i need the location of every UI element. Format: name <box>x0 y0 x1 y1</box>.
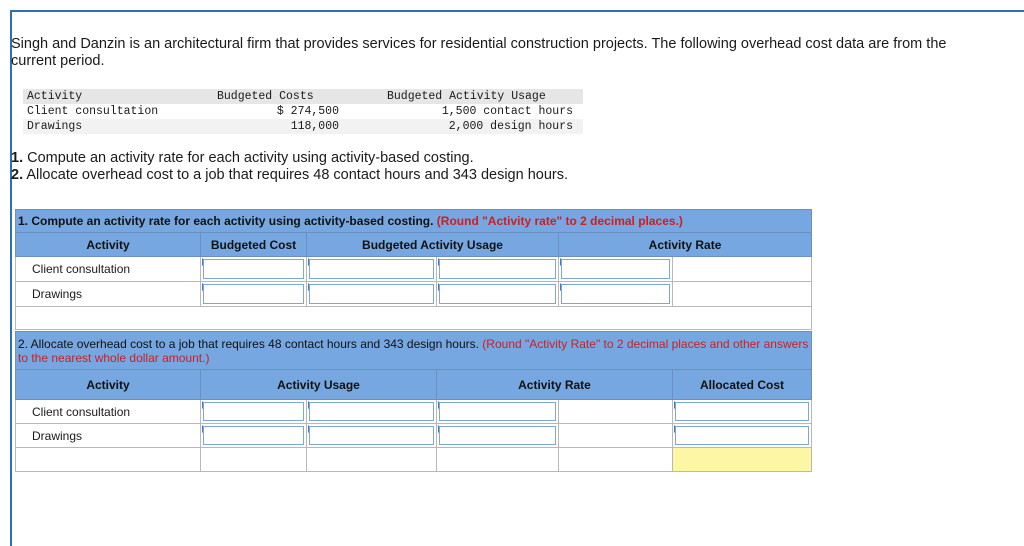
given-cell-activity: Drawings <box>23 119 211 134</box>
part2-instruction: 2. Allocate overhead cost to a job that … <box>15 331 812 370</box>
part2-unit-select-consultation[interactable] <box>306 399 437 424</box>
part2-allocated-input-drawings[interactable] <box>672 423 812 448</box>
part1-unit-select-drawings[interactable] <box>436 281 559 307</box>
part1-header-rate: Activity Rate <box>557 232 813 257</box>
part1-spacer-row <box>14 306 813 330</box>
part1-activity-label: Client consultation <box>15 256 201 282</box>
given-header-costs: Budgeted Costs <box>211 89 377 104</box>
part2-total-label-cell <box>15 447 201 472</box>
part1-rate-input-consultation[interactable] <box>558 256 673 282</box>
part2-header-rate: Activity Rate <box>436 369 673 400</box>
part2-table: 2. Allocate overhead cost to a job that … <box>15 331 812 472</box>
part1-cost-input-drawings[interactable] <box>200 281 307 307</box>
given-cell-activity: Client consultation <box>27 105 159 118</box>
table-row: Drawings <box>15 423 812 448</box>
part2-usage-input-consultation[interactable] <box>200 399 307 424</box>
part2-allocated-input-consultation[interactable] <box>672 399 812 424</box>
part1-empty-cell <box>671 256 813 282</box>
part1-rate-input-drawings[interactable] <box>558 281 673 307</box>
given-row: Client consultation $ 274,500 1,500 cont… <box>23 104 583 119</box>
part1-table: 1. Compute an activity rate for each act… <box>14 209 813 330</box>
table-row <box>15 447 812 472</box>
part2-empty-cell <box>558 399 673 424</box>
given-header-activity: Activity <box>23 89 211 104</box>
part2-rate-input-consultation[interactable] <box>436 399 559 424</box>
given-cell-usage: 1,500 contact hours <box>441 105 573 118</box>
requirement-item: 1. Compute an activity rate for each act… <box>11 150 474 166</box>
part2-usage-input-drawings[interactable] <box>200 423 307 448</box>
given-row: Drawings 118,000 2,000 design hours <box>23 119 583 134</box>
part1-header-budgeted-cost: Budgeted Cost <box>200 232 307 257</box>
part2-header-allocated: Allocated Cost <box>672 369 812 400</box>
table-row: Client consultation <box>15 256 813 282</box>
part2-header-usage: Activity Usage <box>200 369 437 400</box>
part1-cost-input-consultation[interactable] <box>200 256 307 282</box>
part2-empty-cell <box>558 423 673 448</box>
table-row: Client consultation <box>15 399 812 424</box>
part2-empty-cell <box>306 447 437 472</box>
part2-empty-cell <box>558 447 673 472</box>
part2-unit-select-drawings[interactable] <box>306 423 437 448</box>
part1-empty-cell <box>671 281 813 307</box>
part2-empty-cell <box>200 447 307 472</box>
table-row: Drawings <box>15 281 813 307</box>
part2-empty-cell <box>436 447 559 472</box>
part2-rate-input-drawings[interactable] <box>436 423 559 448</box>
part2-header-activity: Activity <box>15 369 201 400</box>
requirement-item: 2. Allocate overhead cost to a job that … <box>11 167 569 183</box>
part1-unit-select-consultation[interactable] <box>436 256 559 282</box>
part2-total-allocated-cost <box>672 447 812 472</box>
part1-header-usage: Budgeted Activity Usage <box>306 232 559 257</box>
part1-usage-input-drawings[interactable] <box>306 281 437 307</box>
given-data-table: Activity Budgeted Costs Budgeted Activit… <box>23 89 583 134</box>
part1-instruction: 1. Compute an activity rate for each act… <box>14 209 813 233</box>
given-cell-cost: 118,000 <box>211 119 377 134</box>
part2-activity-label: Drawings <box>15 423 201 448</box>
part1-usage-input-consultation[interactable] <box>306 256 437 282</box>
top-border <box>10 10 1024 12</box>
given-header-usage: Budgeted Activity Usage <box>377 89 583 104</box>
given-cell-cost: $ 274,500 <box>276 105 339 118</box>
part2-activity-label: Client consultation <box>15 399 201 424</box>
part1-activity-label: Drawings <box>15 281 201 307</box>
given-cell-usage: 2,000 design hours <box>377 119 583 134</box>
part1-header-activity: Activity <box>15 232 201 257</box>
left-border <box>10 10 12 546</box>
problem-intro: Singh and Danzin is an architectural fir… <box>11 36 947 69</box>
requirements-list: 1. Compute an activity rate for each act… <box>11 150 568 184</box>
